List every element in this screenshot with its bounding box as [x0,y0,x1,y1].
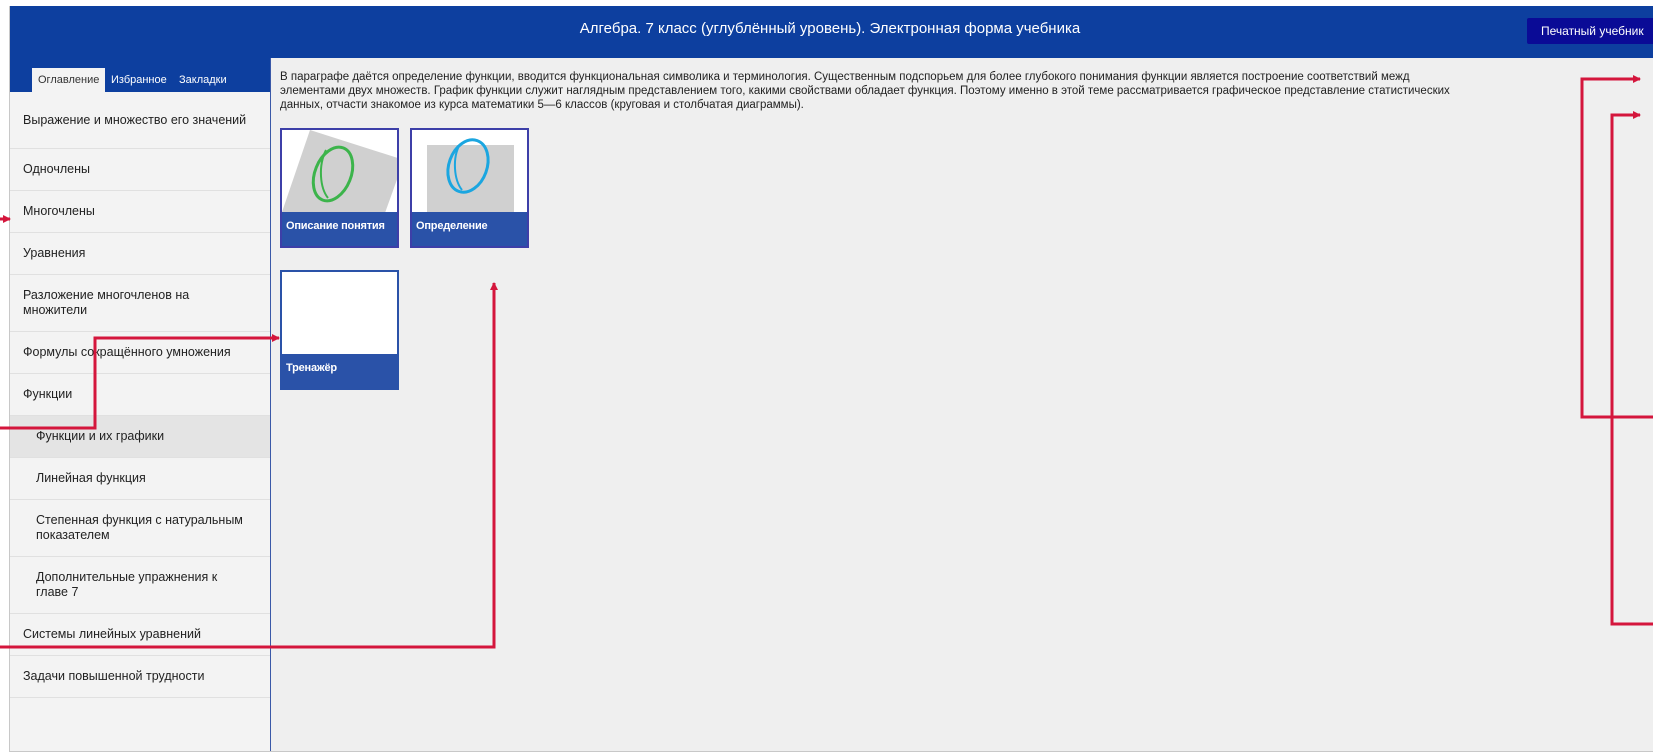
table-of-contents: Выражение и множество его значений Одноч… [10,92,270,698]
toc-item-label: Дополнительные упражнения к главе 7 [36,570,218,599]
tab-contents[interactable]: Оглавление [32,68,106,92]
sidebar: Оглавление Избранное Закладки Выражение … [10,58,271,751]
toc-item-functions[interactable]: Функции [10,374,270,416]
card-label: Тренажёр [282,354,397,388]
toc-item-hard-problems[interactable]: Задачи повышенной трудности [10,656,270,698]
toc-item-label: Степенная функция с натуральным показате… [36,513,243,542]
definition-thumbnail [412,130,527,214]
card-trainer[interactable]: Тренажёр [280,270,399,390]
toc-item-label: Функции [23,387,73,401]
toc-item-formulas[interactable]: Формулы сокращённого умножения [10,332,270,374]
toc-item-linear-systems[interactable]: Системы линейных уравнений [10,614,270,656]
toc-item-expression[interactable]: Выражение и множество его значений [10,92,270,149]
paragraph-intro: В параграфе даётся определение функции, … [280,70,1560,112]
concept-thumbnail [282,130,397,214]
tab-bookmarks[interactable]: Закладки [173,68,233,92]
card-label: Описание понятия [282,212,397,246]
header-bar: Алгебра. 7 класс (углублённый уровень). … [10,6,1653,58]
toc-item-linear-function[interactable]: Линейная функция [10,458,270,500]
intro-line: элементами двух множеств. График функции… [280,85,1450,97]
intro-line: В параграфе даётся определение функции, … [280,71,1410,83]
trainer-thumbnail [282,272,397,356]
tab-favorites[interactable]: Избранное [105,68,173,92]
toc-item-label: Задачи повышенной трудности [23,669,205,683]
toc-item-extra-exercises[interactable]: Дополнительные упражнения к главе 7 [10,557,270,614]
page-title: Алгебра. 7 класс (углублённый уровень). … [579,20,1081,37]
toc-item-power-function[interactable]: Степенная функция с натуральным показате… [10,500,270,557]
toc-item-label: Формулы сокращённого умножения [23,345,231,359]
toc-item-label: Разложение многочленов на множители [23,288,190,317]
card-definition[interactable]: Определение [410,128,529,248]
main-content: В параграфе даётся определение функции, … [271,58,1653,751]
toc-item-label: Одночлены [23,162,90,176]
card-label: Определение [412,212,527,246]
toc-item-label: Выражение и множество его значений [23,112,247,127]
toc-item-label: Функции и их графики [36,429,165,443]
toc-item-label: Системы линейных уравнений [23,627,201,641]
toc-item-label: Многочлены [23,204,95,218]
toc-item-factorization[interactable]: Разложение многочленов на множители [10,275,270,332]
toc-item-label: Уравнения [23,246,86,260]
card-concept-description[interactable]: Описание понятия [280,128,399,248]
toc-item-monomials[interactable]: Одночлены [10,149,270,191]
print-textbook-button[interactable]: Печатный учебник [1527,18,1653,44]
toc-item-functions-graphs[interactable]: Функции и их графики [10,416,270,458]
toc-item-label: Линейная функция [36,471,146,485]
app-window: Алгебра. 7 класс (углублённый уровень). … [9,6,1653,752]
sidebar-tabs: Оглавление Избранное Закладки [10,58,270,92]
intro-line: данных, отчасти знакомое из курса матема… [280,99,804,111]
toc-item-polynomials[interactable]: Многочлены [10,191,270,233]
toc-item-equations[interactable]: Уравнения [10,233,270,275]
